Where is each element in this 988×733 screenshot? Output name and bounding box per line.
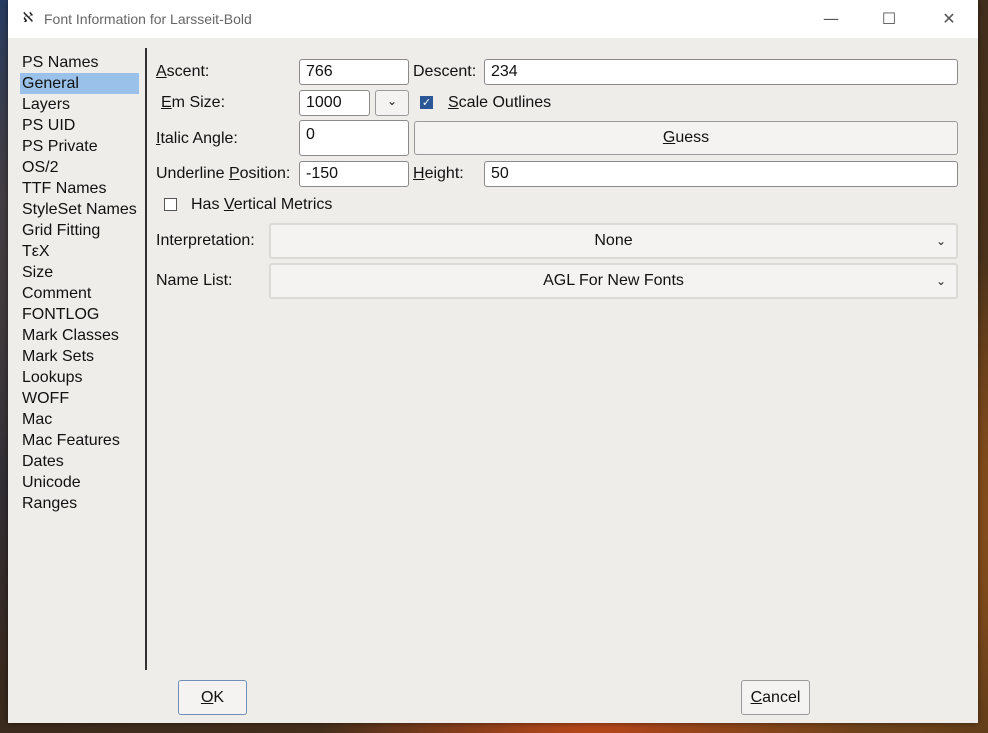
name-list-dropdown[interactable]: AGL For New Fonts ⌄ (269, 263, 958, 299)
nav-item-dates[interactable]: Dates (20, 451, 139, 472)
ok-button[interactable]: OK (178, 680, 247, 715)
nav-item-fontlog[interactable]: FONTLOG (20, 304, 139, 325)
nav-item-ps-names[interactable]: PS Names (20, 52, 139, 73)
underline-position-label: Underline Position: (156, 165, 291, 182)
nav-item-tex[interactable]: TεX (20, 241, 139, 262)
nav-item-grid-fitting[interactable]: Grid Fitting (20, 220, 139, 241)
nav-item-styleset-names[interactable]: StyleSet Names (20, 199, 139, 220)
italic-angle-field[interactable]: 0 (299, 120, 409, 156)
ascent-label: Ascent: (156, 63, 210, 80)
interpretation-label: Interpretation: (156, 232, 255, 249)
cancel-button[interactable]: Cancel (741, 680, 810, 715)
nav-item-ttf-names[interactable]: TTF Names (20, 178, 139, 199)
chevron-down-icon: ⌄ (386, 94, 398, 108)
close-button[interactable]: ✕ (926, 0, 972, 38)
em-size-dropdown-button[interactable]: ⌄ (375, 90, 409, 116)
scale-outlines-label: Scale Outlines (448, 94, 552, 111)
em-size-label: Em Size: (161, 94, 226, 111)
ascent-field[interactable]: 766 (299, 59, 409, 85)
descent-field[interactable]: 234 (484, 59, 958, 85)
guess-button[interactable]: Guess (414, 121, 958, 155)
descent-label: Descent: (413, 63, 477, 80)
height-label: Height: (413, 165, 464, 182)
maximize-button[interactable]: ☐ (866, 0, 912, 38)
nav-item-mac-features[interactable]: Mac Features (20, 430, 139, 451)
chevron-down-icon: ⌄ (935, 274, 946, 288)
scale-outlines-checkbox[interactable]: ✓ (420, 96, 433, 109)
nav-divider (145, 48, 147, 670)
vertical-metrics-label: Has Vertical Metrics (191, 196, 333, 213)
nav-item-lookups[interactable]: Lookups (20, 367, 139, 388)
nav-item-unicode-ranges[interactable]: Unicode Ranges (20, 472, 139, 512)
nav-item-os2[interactable]: OS/2 (20, 157, 139, 178)
font-info-dialog: ℵ Font Information for Larsseit-Bold — ☐… (8, 0, 978, 723)
nav-item-mac[interactable]: Mac (20, 409, 139, 430)
nav-item-mark-classes[interactable]: Mark Classes (20, 325, 139, 346)
fontforge-icon: ℵ (22, 10, 34, 26)
italic-angle-label: Italic Angle: (156, 130, 238, 147)
nav-item-comment[interactable]: Comment (20, 283, 139, 304)
nav-item-ps-private[interactable]: PS Private (20, 136, 139, 157)
nav-item-mark-sets[interactable]: Mark Sets (20, 346, 139, 367)
interpretation-value: None (594, 232, 633, 249)
vertical-metrics-checkbox[interactable] (164, 198, 177, 211)
name-list-value: AGL For New Fonts (543, 272, 684, 289)
underline-position-field[interactable]: -150 (299, 161, 409, 187)
nav-item-size[interactable]: Size (20, 262, 139, 283)
title-bar[interactable]: ℵ Font Information for Larsseit-Bold — ☐… (8, 0, 978, 38)
nav-item-ps-uid[interactable]: PS UID (20, 115, 139, 136)
nav-item-general[interactable]: General (20, 73, 139, 94)
nav-item-layers[interactable]: Layers (20, 94, 139, 115)
name-list-label: Name List: (156, 272, 233, 289)
nav-item-woff[interactable]: WOFF (20, 388, 139, 409)
chevron-down-icon: ⌄ (935, 234, 946, 248)
window-title: Font Information for Larsseit-Bold (44, 11, 252, 27)
height-field[interactable]: 50 (484, 161, 958, 187)
minimize-button[interactable]: — (808, 0, 854, 38)
em-size-field[interactable]: 1000 (299, 90, 370, 116)
section-list: PS Names General Layers PS UID PS Privat… (8, 48, 146, 670)
interpretation-dropdown[interactable]: None ⌄ (269, 223, 958, 259)
